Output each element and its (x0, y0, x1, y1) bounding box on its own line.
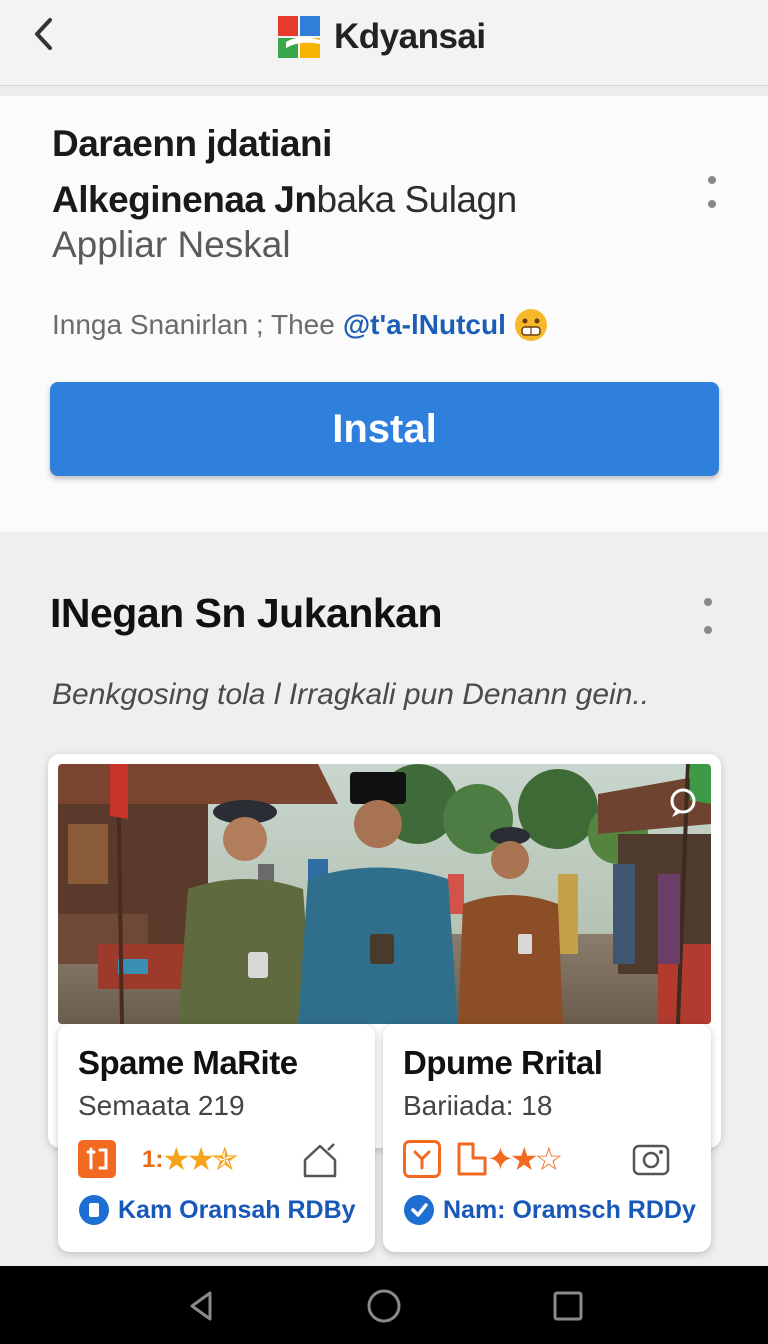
brand-logo-icon (278, 16, 320, 58)
app-title-line2-regular: baka Sulagn (316, 179, 517, 220)
back-arrow-icon[interactable] (28, 14, 64, 54)
item-name: Spame MaRite (78, 1044, 298, 1081)
install-button[interactable]: Instal (50, 382, 719, 476)
more-vert-icon[interactable] (696, 598, 720, 634)
star-icon: ✦ (487, 1141, 514, 1177)
pin-icon[interactable] (666, 786, 700, 820)
star-icon: ★ (509, 1141, 539, 1177)
rating-prefix: 1: (142, 1146, 164, 1173)
developer-name: Nam: Oramsch RDDy (443, 1195, 696, 1224)
star-icon: ★ (186, 1141, 216, 1177)
app-title-line2: Alkeginenaa Jnbaka Sulagn (52, 172, 652, 228)
emoji-icon (514, 309, 547, 341)
top-app-bar: Kdyansai (0, 0, 768, 86)
shield-check-icon (79, 1195, 109, 1225)
item-rating-row: ✦★☆ (403, 1140, 693, 1180)
nav-recents-icon[interactable] (550, 1288, 586, 1324)
star-icon: ✯ (211, 1141, 238, 1177)
star-rating: ★★✯ (162, 1141, 238, 1177)
market-street-photo (58, 764, 711, 1024)
camera-icon (632, 1144, 670, 1176)
app-meta-line: Innga Snanirlan ; Thee @t'a-lNutcul (52, 308, 548, 342)
nav-home-icon[interactable] (366, 1288, 402, 1324)
document-icon (457, 1142, 487, 1176)
shield-check-icon (404, 1195, 434, 1225)
item-subtitle: Semaata 219 (78, 1090, 245, 1121)
developer-name: Kam Oransah RDBy (118, 1195, 356, 1224)
brand: Kdyansai (276, 13, 486, 61)
item-rating-row: 1: ★★✯ (78, 1140, 368, 1180)
section-title: INegan Sn Jukankan (50, 590, 443, 636)
section-description: Benkgosing tola l Irragkali pun Denann g… (52, 678, 650, 711)
app-item-card[interactable]: Spame MaRite Semaata 219 1: ★★✯ Kam Oran… (58, 1024, 375, 1252)
app-subtitle: Appliar Neskal (52, 224, 291, 265)
item-subtitle: Bariiada: 18 (403, 1090, 553, 1121)
brand-name: Kdyansai (334, 17, 486, 56)
app-title-line1: Daraenn jdatiani (52, 123, 332, 164)
nav-back-icon[interactable] (184, 1288, 220, 1324)
more-vert-icon[interactable] (700, 174, 724, 210)
system-nav-bar (0, 1266, 768, 1344)
category-icon (403, 1140, 441, 1178)
developer-row[interactable]: Nam: Oramsch RDDy (403, 1194, 696, 1226)
app-title-line2-bold: Alkeginenaa Jn (52, 179, 317, 220)
category-icon (78, 1140, 116, 1178)
star-icon: ★ (162, 1141, 191, 1177)
item-name: Dpume Rrital (403, 1044, 603, 1081)
developer-handle-link[interactable]: @t'a-lNutcul (343, 309, 506, 341)
app-header-card: Daraenn jdatiani Alkeginenaa Jnbaka Sula… (0, 96, 768, 532)
app-item-card[interactable]: Dpume Rrital Bariiada: 18 ✦★☆ Nam: Orams… (383, 1024, 711, 1252)
app-meta-text: Innga Snanirlan ; Thee (52, 309, 335, 340)
star-icon: ☆ (534, 1141, 564, 1177)
featured-section: INegan Sn Jukankan Benkgosing tola l Irr… (0, 538, 768, 1266)
developer-row[interactable]: Kam Oransah RDBy (78, 1194, 356, 1226)
home-icon (303, 1143, 337, 1178)
star-rating: ✦★☆ (487, 1141, 564, 1177)
app-title: Daraenn jdatiani Alkeginenaa Jnbaka Sula… (52, 116, 652, 228)
